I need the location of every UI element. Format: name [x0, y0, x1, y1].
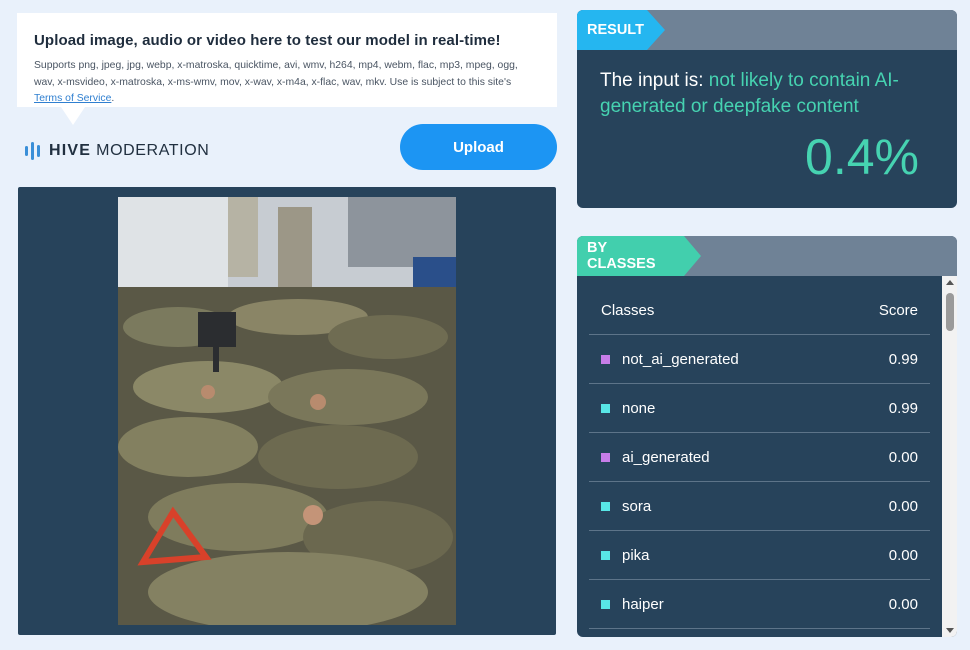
class-color-swatch	[601, 599, 610, 609]
result-card-header: RESULT	[577, 10, 957, 50]
class-score: 0.99	[888, 399, 918, 417]
class-score: 0.00	[888, 595, 918, 613]
table-row: not_ai_generated 0.99	[589, 335, 930, 384]
table-row: pika 0.00	[589, 531, 930, 580]
uploaded-image: N	[118, 197, 456, 625]
class-score: 0.99	[888, 350, 918, 368]
class-color-swatch	[601, 452, 610, 462]
result-score: 0.4%	[805, 129, 919, 185]
terms-of-service-link[interactable]: Terms of Service	[34, 93, 111, 104]
class-score: 0.00	[888, 546, 918, 564]
table-row: sora 0.00	[589, 482, 930, 531]
supported-formats-text: Supports png, jpeg, jpg, webp, x-matrosk…	[34, 60, 518, 88]
class-name: sora	[622, 497, 652, 515]
upload-button[interactable]: Upload	[400, 124, 557, 170]
class-color-swatch	[601, 403, 610, 413]
upload-info-card: Upload image, audio or video here to tes…	[17, 13, 557, 125]
hive-moderation-logo[interactable]: HIVE MODERATION	[25, 142, 209, 160]
class-color-swatch	[601, 501, 610, 511]
classes-table: Classes Score not_ai_generated 0.99 none…	[589, 286, 930, 629]
logo-product-text: MODERATION	[96, 142, 210, 159]
table-row: haiper 0.00	[589, 580, 930, 629]
scroll-down-arrow-icon[interactable]	[946, 628, 954, 633]
image-preview-panel: N	[18, 187, 556, 635]
classes-card-header: BY CLASSES	[577, 236, 957, 276]
class-score: 0.00	[888, 497, 918, 515]
class-name: not_ai_generated	[622, 350, 739, 368]
classes-scrollbar[interactable]	[942, 276, 957, 637]
terms-suffix: .	[111, 93, 115, 104]
table-row: none 0.99	[589, 384, 930, 433]
class-score: 0.00	[888, 448, 918, 466]
scrollbar-thumb[interactable]	[946, 293, 954, 331]
table-row: ai_generated 0.00	[589, 433, 930, 482]
class-name: none	[622, 399, 656, 417]
logo-brand-text: HIVE	[49, 142, 92, 159]
classes-table-header: Classes Score	[589, 286, 930, 335]
result-summary: The input is: not likely to contain AI-g…	[600, 68, 940, 120]
class-name: ai_generated	[622, 448, 710, 466]
class-color-swatch	[601, 354, 610, 364]
score-column-header: Score	[878, 301, 918, 319]
result-card: RESULT The input is: not likely to conta…	[577, 10, 957, 208]
classes-column-header: Classes	[601, 301, 655, 319]
result-tag: RESULT	[577, 10, 665, 50]
class-name: haiper	[622, 595, 664, 613]
by-classes-tag: BY CLASSES	[577, 236, 701, 276]
upload-supports-text: Supports png, jpeg, jpg, webp, x-matrosk…	[34, 58, 540, 108]
hive-logo-icon	[25, 142, 40, 160]
scroll-up-arrow-icon[interactable]	[946, 280, 954, 285]
class-color-swatch	[601, 550, 610, 560]
class-name: pika	[622, 546, 650, 564]
by-classes-card: BY CLASSES Classes Score not_ai_generate…	[577, 236, 957, 637]
upload-info-title: Upload image, audio or video here to tes…	[34, 32, 501, 49]
result-prefix: The input is:	[600, 70, 709, 91]
uploaded-photo-illustration: N	[118, 197, 456, 625]
